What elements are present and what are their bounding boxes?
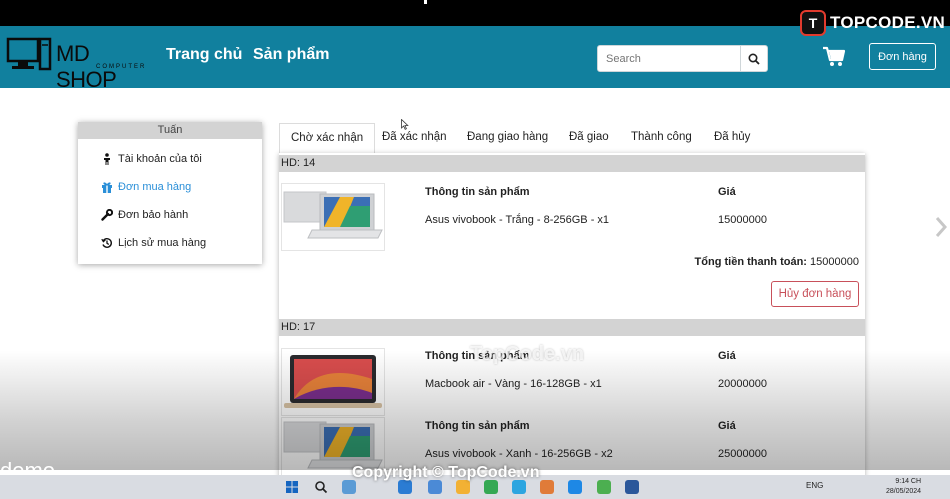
- topcode-text: TOPCODE.VN: [830, 13, 946, 32]
- person-icon: [100, 152, 114, 166]
- copyright-watermark: Copyright © TopCode.vn: [352, 464, 540, 481]
- laptop-image: [283, 191, 383, 239]
- nav-products[interactable]: Sản phẩm: [253, 46, 329, 64]
- mouse-cursor-icon: [401, 119, 409, 130]
- user-name: Tuấn: [78, 122, 262, 139]
- menu-purchase-history[interactable]: Lịch sử mua hàng: [100, 236, 206, 250]
- telegram-app-icon[interactable]: [512, 480, 526, 494]
- orders-button[interactable]: Đơn hàng: [869, 43, 936, 70]
- computer-icon: [6, 37, 52, 71]
- orders-panel: HD: 14 Thông tin sản phẩm Giá Asus vivob…: [279, 153, 865, 483]
- topcode-logo: T TOPCODE.VN: [800, 8, 945, 38]
- product-price: 20000000: [718, 378, 767, 390]
- product-image: [281, 348, 385, 416]
- cart-button[interactable]: [822, 46, 846, 68]
- next-arrow-icon[interactable]: [934, 216, 948, 238]
- menu-my-account[interactable]: Tài khoản của tôi: [100, 152, 202, 166]
- product-name: Macbook air - Vàng - 16-128GB - x1: [425, 378, 602, 390]
- cursor-dot: [424, 0, 427, 4]
- word-app-icon[interactable]: [625, 480, 639, 494]
- language-indicator[interactable]: ENG: [806, 481, 823, 490]
- tab-cancelled[interactable]: Đã hủy: [714, 123, 750, 153]
- menu-label: Lịch sử mua hàng: [118, 237, 207, 249]
- search-input[interactable]: [598, 46, 740, 71]
- topcode-badge: T: [800, 10, 826, 36]
- product-image: [281, 183, 385, 251]
- total-value: 15000000: [810, 256, 859, 268]
- nav-home[interactable]: Trang chủ: [166, 46, 242, 64]
- search-box: [597, 45, 768, 72]
- taskbar-search-icon[interactable]: [314, 480, 328, 494]
- brand-subtitle: COMPUTER: [96, 64, 147, 70]
- wrench-icon: [100, 208, 114, 222]
- tab-pending[interactable]: Chờ xác nhận: [279, 123, 376, 153]
- gift-icon: [100, 180, 114, 194]
- order-header: HD: 17: [279, 319, 865, 336]
- menu-label: Tài khoản của tôi: [118, 153, 202, 165]
- total-label: Tổng tiền thanh toán:: [694, 256, 807, 268]
- product-name: Asus vivobook - Trắng - 8-256GB - x1: [425, 214, 610, 226]
- menu-label: Đơn bảo hành: [118, 209, 189, 221]
- price-label: Giá: [718, 420, 736, 432]
- clock-time: 9:14 CH: [895, 478, 922, 485]
- laptop-image: [284, 355, 382, 408]
- product-price: 25000000: [718, 448, 767, 460]
- cancel-order-button[interactable]: Hủy đơn hàng: [771, 281, 859, 307]
- order-header: HD: 14: [279, 155, 865, 172]
- product-name: Asus vivobook - Xanh - 16-256GB - x2: [425, 448, 613, 460]
- app-icon[interactable]: [540, 480, 554, 494]
- history-icon: [100, 236, 114, 250]
- price-label: Giá: [718, 350, 736, 362]
- tab-confirmed[interactable]: Đã xác nhận: [382, 123, 447, 153]
- watermark-center: TopCode.vn: [470, 343, 585, 365]
- app-icon[interactable]: [484, 480, 498, 494]
- price-label: Giá: [718, 186, 736, 198]
- menu-label: Đơn mua hàng: [118, 181, 192, 193]
- vscode-app-icon[interactable]: [398, 480, 412, 494]
- order-total: Tổng tiền thanh toán: 15000000: [695, 256, 859, 268]
- app-icon[interactable]: [597, 480, 611, 494]
- clock-date: 28/05/2024: [886, 488, 922, 495]
- windows-start-icon[interactable]: [285, 480, 299, 494]
- tab-completed[interactable]: Thành công: [631, 123, 692, 153]
- search-button[interactable]: [740, 46, 767, 71]
- brand-logo[interactable]: MD SHOP COMPUTER: [6, 35, 151, 92]
- search-icon: [748, 52, 760, 65]
- cart-icon: [823, 46, 846, 66]
- product-info-label: Thông tin sản phẩm: [425, 186, 530, 198]
- tab-shipping[interactable]: Đang giao hàng: [467, 123, 548, 153]
- product-price: 15000000: [718, 214, 767, 226]
- menu-orders[interactable]: Đơn mua hàng: [100, 180, 191, 194]
- system-clock[interactable]: 9:14 CH 28/05/2024: [886, 477, 921, 497]
- app-icon[interactable]: [428, 480, 442, 494]
- product-info-label: Thông tin sản phẩm: [425, 420, 530, 432]
- account-menu: Tuấn Tài khoản của tôi Đơn mua hàng Đơn …: [78, 122, 262, 264]
- tab-delivered[interactable]: Đã giao: [569, 123, 609, 153]
- menu-warranty[interactable]: Đơn bảo hành: [100, 208, 188, 222]
- edge-app-icon[interactable]: [342, 480, 356, 494]
- chrome-app-icon[interactable]: [568, 480, 582, 494]
- file-explorer-icon[interactable]: [456, 480, 470, 494]
